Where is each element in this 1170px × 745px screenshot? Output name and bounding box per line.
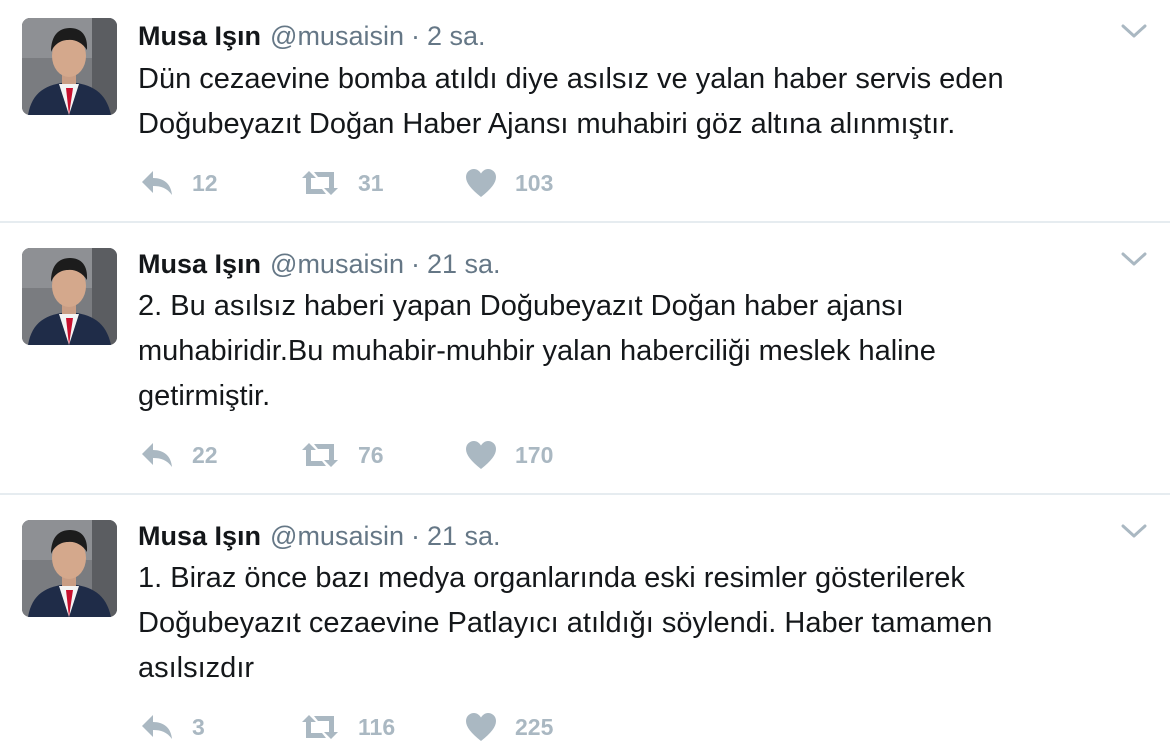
reply-icon xyxy=(140,713,174,741)
reply-button[interactable]: 12 xyxy=(140,169,300,197)
like-count: 103 xyxy=(515,169,554,196)
author-name[interactable]: Musa Işın xyxy=(138,518,261,554)
retweet-icon xyxy=(300,441,340,469)
separator: · xyxy=(410,521,420,551)
like-count: 170 xyxy=(515,441,554,468)
tweet-header: Musa Işın @musaisin · 21 sa. xyxy=(138,246,501,282)
retweet-count: 116 xyxy=(358,713,396,740)
author-handle[interactable]: @musaisin xyxy=(270,518,404,554)
avatar[interactable] xyxy=(22,248,117,345)
like-button[interactable]: 103 xyxy=(465,168,665,198)
like-count: 225 xyxy=(515,713,554,740)
separator: · xyxy=(410,249,420,279)
avatar[interactable] xyxy=(22,18,117,115)
author-name[interactable]: Musa Işın xyxy=(138,18,261,54)
tweet-timeline: Musa Işın @musaisin · 2 sa. Dün cezaevin… xyxy=(0,0,1170,742)
tweet-header: Musa Işın @musaisin · 21 sa. xyxy=(138,518,501,554)
tweet-text: 1. Biraz önce bazı medya organlarında es… xyxy=(138,562,993,684)
tweet[interactable]: Musa Işın @musaisin · 21 sa. 2. Bu asıls… xyxy=(0,223,1170,495)
tweet-actions: 12 31 103 xyxy=(140,165,665,201)
tweet-header: Musa Işın @musaisin · 2 sa. xyxy=(138,18,486,54)
tweet[interactable]: Musa Işın @musaisin · 21 sa. 1. Biraz ön… xyxy=(0,495,1170,742)
avatar[interactable] xyxy=(22,520,117,617)
timestamp[interactable]: 2 sa. xyxy=(427,18,486,54)
tweet-actions: 22 76 170 xyxy=(140,437,665,473)
retweet-icon xyxy=(300,169,340,197)
separator: · xyxy=(410,21,420,51)
reply-button[interactable]: 22 xyxy=(140,441,300,469)
author-handle[interactable]: @musaisin xyxy=(270,18,404,54)
retweet-count: 31 xyxy=(358,169,384,196)
chevron-down-icon[interactable] xyxy=(1120,20,1148,42)
like-button[interactable]: 170 xyxy=(465,440,665,470)
tweet-text: Dün cezaevine bomba atıldı diye asılsız … xyxy=(138,63,1004,140)
reply-icon xyxy=(140,441,174,469)
heart-icon xyxy=(465,168,497,198)
heart-icon xyxy=(465,440,497,470)
author-name[interactable]: Musa Işın xyxy=(138,246,261,282)
tweet-text: 2. Bu asılsız haberi yapan Doğubeyazıt D… xyxy=(138,290,936,412)
chevron-down-icon[interactable] xyxy=(1120,520,1148,542)
reply-icon xyxy=(140,169,174,197)
retweet-icon xyxy=(300,713,340,741)
tweet[interactable]: Musa Işın @musaisin · 2 sa. Dün cezaevin… xyxy=(0,0,1170,223)
retweet-button[interactable]: 31 xyxy=(300,169,465,197)
like-button[interactable]: 225 xyxy=(465,712,665,742)
heart-icon xyxy=(465,712,497,742)
chevron-down-icon[interactable] xyxy=(1120,248,1148,270)
author-handle[interactable]: @musaisin xyxy=(270,246,404,282)
retweet-button[interactable]: 116 xyxy=(300,713,465,741)
reply-button[interactable]: 3 xyxy=(140,713,300,741)
tweet-actions: 3 116 225 xyxy=(140,709,665,745)
retweet-count: 76 xyxy=(358,441,384,468)
reply-count: 22 xyxy=(192,441,218,468)
timestamp[interactable]: 21 sa. xyxy=(427,518,501,554)
retweet-button[interactable]: 76 xyxy=(300,441,465,469)
reply-count: 3 xyxy=(192,713,205,740)
reply-count: 12 xyxy=(192,169,218,196)
timestamp[interactable]: 21 sa. xyxy=(427,246,501,282)
